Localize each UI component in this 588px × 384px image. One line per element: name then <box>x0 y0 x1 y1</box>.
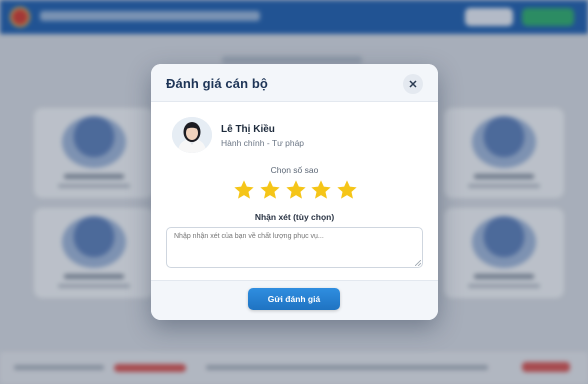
comment-label: Nhận xét (tùy chọn) <box>254 212 335 222</box>
avatar <box>172 117 212 153</box>
star-icon[interactable] <box>336 179 358 201</box>
star-rating <box>233 179 358 203</box>
close-button[interactable]: ✕ <box>403 74 423 94</box>
star-icon[interactable] <box>233 179 255 201</box>
submit-button-label: Gửi đánh giá <box>267 294 321 304</box>
rating-label: Chọn số sao <box>270 165 319 175</box>
close-icon: ✕ <box>408 78 418 91</box>
comment-textarea[interactable] <box>166 227 423 268</box>
star-icon[interactable] <box>285 179 307 201</box>
submit-rating-button[interactable]: Gửi đánh giá <box>248 288 340 310</box>
star-icon[interactable] <box>259 179 281 201</box>
rating-modal: Đánh giá cán bộ ✕ Lê Thị Kiều Hành chính… <box>151 64 438 320</box>
modal-title: Đánh giá cán bộ <box>166 76 268 91</box>
staff-department: Hành chính - Tư pháp <box>221 138 305 148</box>
modal-header: Đánh giá cán bộ ✕ <box>151 64 438 102</box>
star-icon[interactable] <box>310 179 332 201</box>
resize-grip-icon[interactable] <box>415 260 421 266</box>
staff-name: Lê Thị Kiều <box>221 124 275 135</box>
